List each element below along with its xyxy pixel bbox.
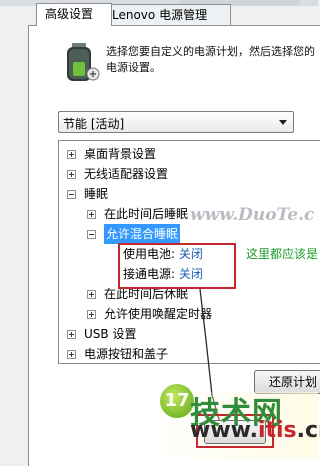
site-logo-url: www.itis.cn — [190, 418, 320, 443]
tab-advanced-settings[interactable]: 高级设置 — [36, 3, 112, 26]
site-logo-badge: 17 — [160, 384, 194, 418]
